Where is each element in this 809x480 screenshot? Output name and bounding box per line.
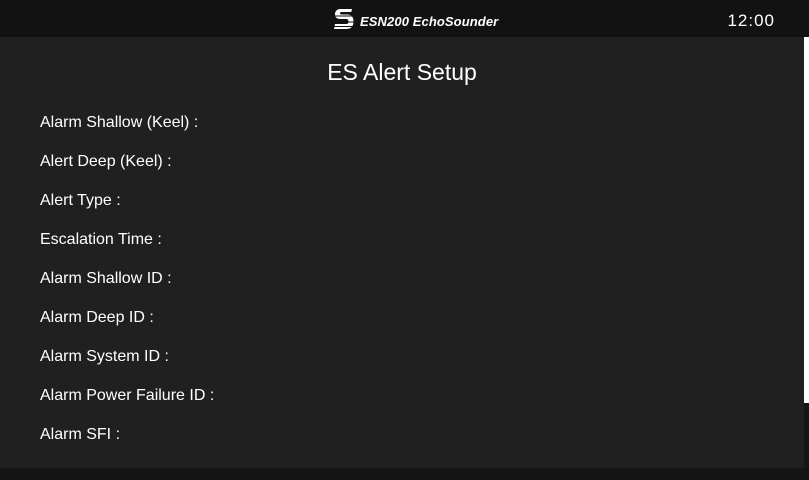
page-title: ES Alert Setup	[327, 59, 477, 85]
field-escalation-time[interactable]: Escalation Time :	[40, 230, 214, 269]
field-alarm-power-failure-id[interactable]: Alarm Power Failure ID :	[40, 386, 214, 425]
field-label: Alert Type :	[40, 192, 121, 209]
field-label: Alarm System ID :	[40, 348, 169, 365]
field-alarm-shallow-id[interactable]: Alarm Shallow ID :	[40, 269, 214, 308]
field-label: Alarm Deep ID :	[40, 309, 154, 326]
settings-list: Alarm Shallow (Keel) : Alert Deep (Keel)…	[40, 113, 214, 464]
alert-setup-panel: ES Alert Setup Alarm Shallow (Keel) : Al…	[0, 37, 804, 468]
field-alert-type[interactable]: Alert Type :	[40, 191, 214, 230]
field-label: Alert Deep (Keel) :	[40, 153, 172, 170]
scrollbar[interactable]	[804, 37, 809, 403]
field-alarm-deep-id[interactable]: Alarm Deep ID :	[40, 308, 214, 347]
field-alarm-shallow-keel[interactable]: Alarm Shallow (Keel) :	[40, 113, 214, 152]
s-logo-icon	[333, 9, 355, 29]
app-name: ESN200 EchoSounder	[360, 14, 499, 29]
field-label: Alarm Shallow (Keel) :	[40, 114, 199, 131]
field-label: Escalation Time :	[40, 231, 162, 248]
field-alarm-system-id[interactable]: Alarm System ID :	[40, 347, 214, 386]
top-bar: ESN200 EchoSounder 12:00	[0, 0, 809, 37]
bottom-bar	[0, 468, 809, 480]
field-label: Alarm Shallow ID :	[40, 270, 172, 287]
field-alert-deep-keel[interactable]: Alert Deep (Keel) :	[40, 152, 214, 191]
field-label: Alarm SFI :	[40, 426, 121, 443]
field-alarm-sfi[interactable]: Alarm SFI :	[40, 425, 214, 464]
brand: ESN200 EchoSounder	[333, 7, 498, 31]
echosounder-screen: ESN200 EchoSounder 12:00 ES Alert Setup …	[0, 0, 809, 480]
clock: 12:00	[727, 11, 775, 30]
field-label: Alarm Power Failure ID :	[40, 387, 215, 404]
